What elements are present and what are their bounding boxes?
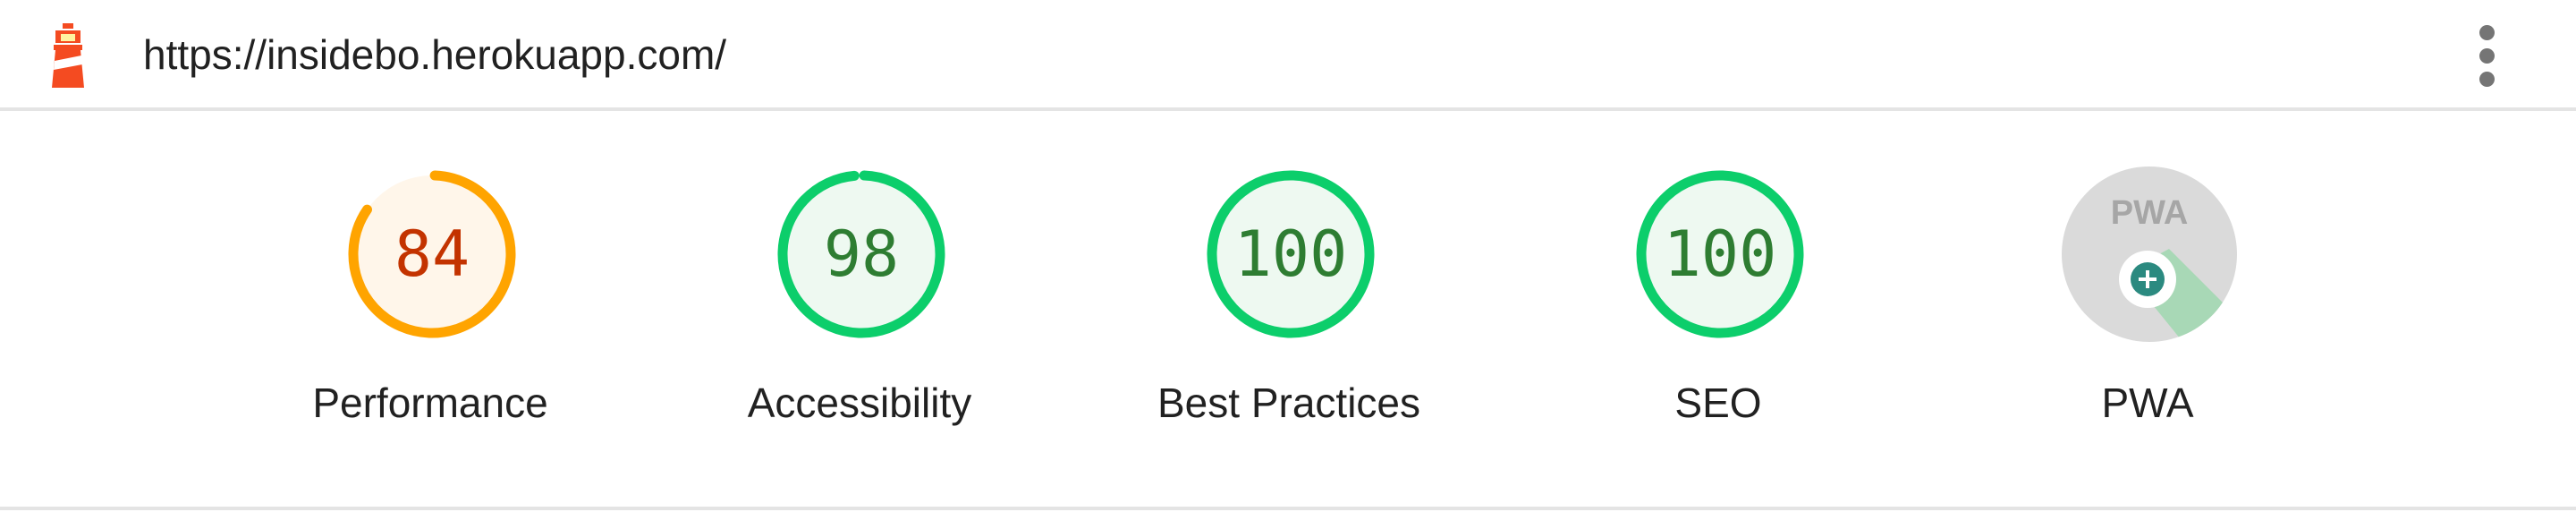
gauge-label: PWA bbox=[2101, 380, 2194, 426]
report-url[interactable]: https://insidebo.herokuapp.com/ bbox=[143, 30, 726, 80]
gauge-accessibility[interactable]: 98 Accessibility bbox=[681, 166, 1038, 453]
gauge-pwa[interactable]: PWA PWA bbox=[1969, 166, 2326, 453]
gauge-performance[interactable]: 84 Performance bbox=[251, 166, 609, 453]
gauge-label: Performance bbox=[312, 380, 548, 426]
score-value: 98 bbox=[823, 218, 900, 291]
gauge-best-practices[interactable]: 100 Best Practices bbox=[1110, 166, 1468, 453]
more-vertical-icon[interactable] bbox=[2465, 23, 2508, 88]
divider bbox=[0, 507, 2576, 510]
score-gauges: 84 Performance 98 Accessibility 100 Best… bbox=[0, 111, 2576, 505]
score-value: 84 bbox=[394, 218, 470, 291]
gauge-seo[interactable]: 100 SEO bbox=[1539, 166, 1897, 453]
lighthouse-icon bbox=[52, 23, 84, 88]
score-value: 100 bbox=[1233, 218, 1348, 291]
pwa-badge-icon: PWA bbox=[2062, 166, 2237, 342]
gauge-label: Best Practices bbox=[1157, 380, 1420, 426]
gauge-label: Accessibility bbox=[747, 380, 972, 426]
report-header: https://insidebo.herokuapp.com/ bbox=[0, 0, 2576, 111]
gauge-label: SEO bbox=[1674, 380, 1762, 426]
pwa-badge-text: PWA bbox=[2111, 194, 2189, 232]
score-value: 100 bbox=[1663, 218, 1777, 291]
